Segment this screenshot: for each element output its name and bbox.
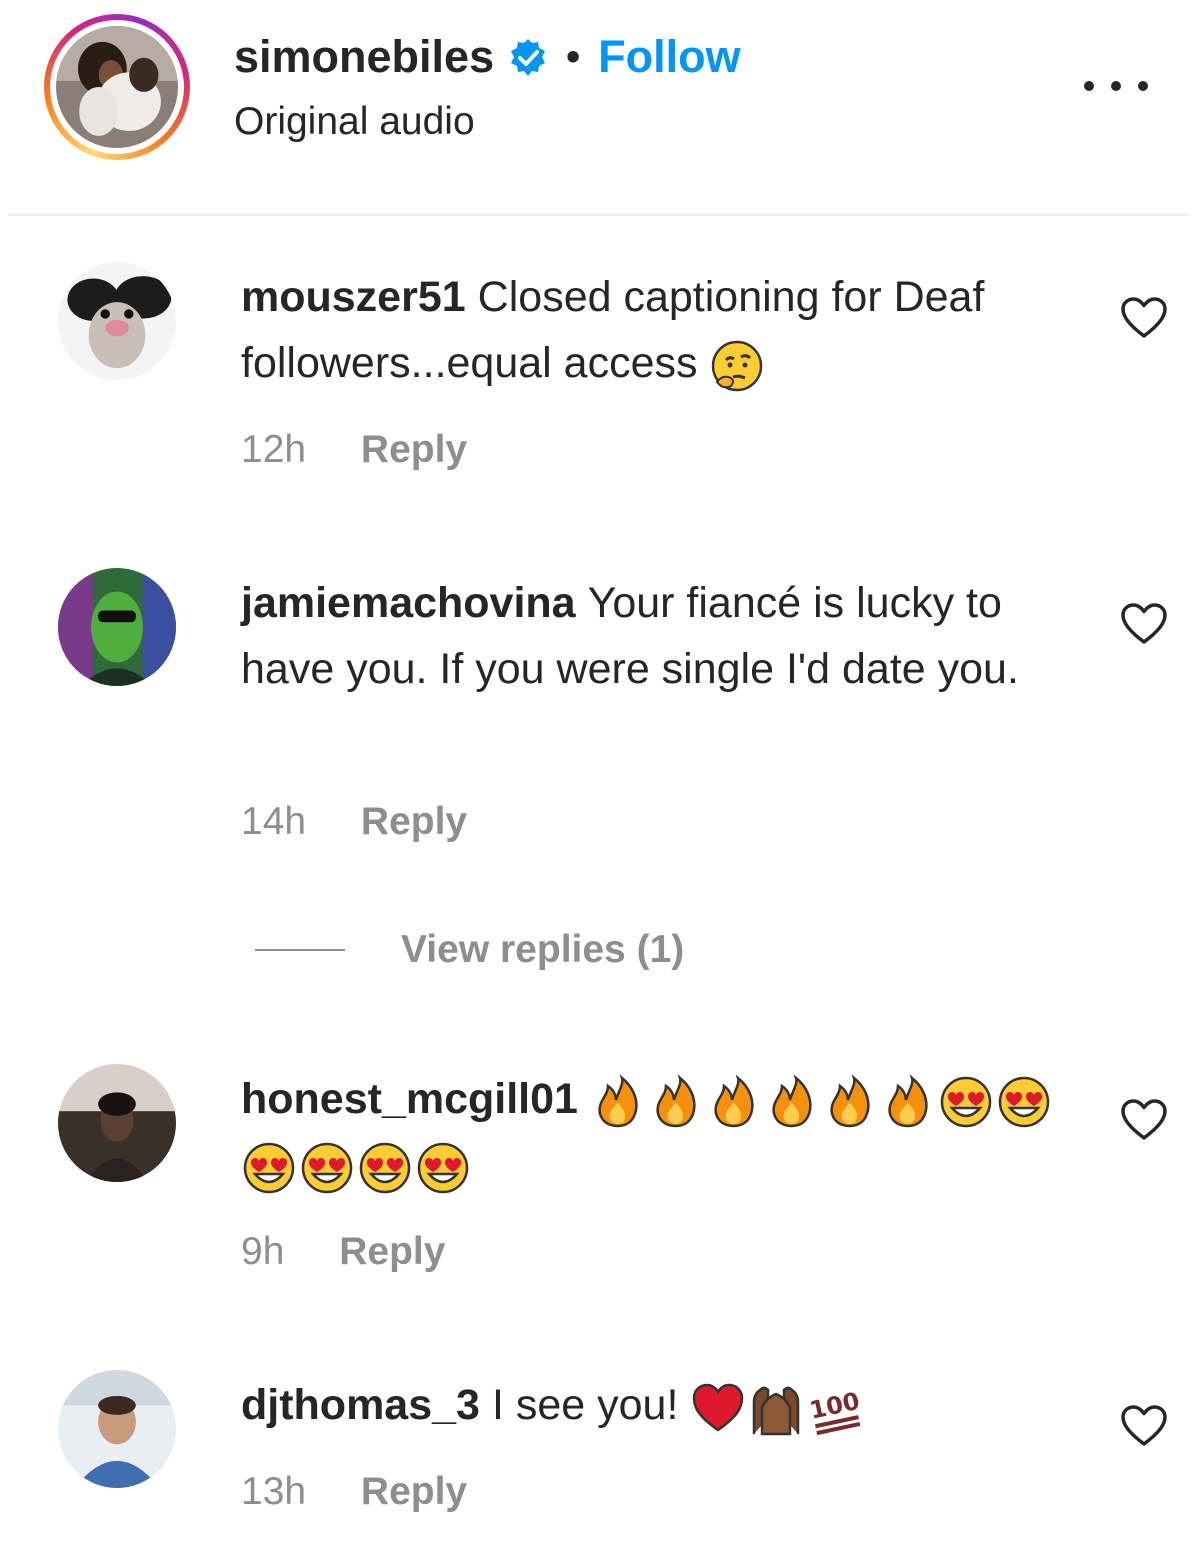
story-ring[interactable] <box>44 14 190 160</box>
comment-text: I see you! <box>491 1381 679 1429</box>
raising-hands-emoji <box>748 1380 804 1436</box>
heart-eyes-emoji <box>299 1140 355 1196</box>
comment-timestamp: 12h <box>241 428 307 471</box>
comment-timestamp: 13h <box>241 1470 307 1513</box>
comment-meta: 13h Reply <box>241 1470 467 1514</box>
verified-badge-icon <box>508 37 548 77</box>
reply-button[interactable]: Reply <box>361 800 467 843</box>
comment-text-block: djthomas_3 I see you! 100 <box>241 1372 1071 1438</box>
heart-eyes-emoji <box>938 1074 994 1130</box>
heart-outline-icon[interactable] <box>1120 1404 1168 1448</box>
commenter-avatar[interactable] <box>58 262 176 380</box>
commenter-username[interactable]: jamiemachovina <box>241 579 576 627</box>
reply-button[interactable]: Reply <box>361 1470 467 1513</box>
comment-meta: 9h Reply <box>241 1230 445 1274</box>
more-options-icon[interactable] <box>1084 66 1148 106</box>
commenter-avatar[interactable] <box>58 568 176 686</box>
heart-eyes-emoji <box>415 1140 471 1196</box>
red-heart-emoji <box>690 1380 746 1436</box>
follow-button[interactable]: Follow <box>598 31 740 83</box>
heart-eyes-emoji <box>357 1140 413 1196</box>
commenter-username[interactable]: djthomas_3 <box>241 1381 480 1429</box>
comment-text-block: honest_mcgill01 <box>241 1066 1071 1198</box>
heart-outline-icon[interactable] <box>1120 296 1168 340</box>
view-replies-label: View replies (1) <box>401 928 685 971</box>
author-avatar[interactable] <box>56 26 178 148</box>
post-header: simonebiles • Follow Original audio <box>0 0 1200 214</box>
comment-timestamp: 9h <box>241 1230 285 1273</box>
heart-eyes-emoji <box>996 1074 1052 1130</box>
heart-outline-icon[interactable] <box>1120 602 1168 646</box>
header-name-row: simonebiles • Follow <box>234 26 741 88</box>
commenter-username[interactable]: honest_mcgill01 <box>241 1075 578 1123</box>
author-username[interactable]: simonebiles <box>234 31 494 83</box>
view-replies-line <box>255 949 345 951</box>
audio-link[interactable]: Original audio <box>234 100 475 144</box>
heart-outline-icon[interactable] <box>1120 1098 1168 1142</box>
comment-timestamp: 14h <box>241 800 307 843</box>
comment-meta: 12h Reply <box>241 428 467 472</box>
comment-meta: 14h Reply <box>241 800 467 844</box>
comment-text-block: jamiemachovina Your fiancé is lucky to ha… <box>241 570 1071 702</box>
fire-emoji <box>880 1074 936 1130</box>
comment-text-block: mouszer51 Closed captioning for Deaf foll… <box>241 264 1071 396</box>
thinking-face-emoji <box>709 338 765 394</box>
commenter-avatar[interactable] <box>58 1370 176 1488</box>
reply-button[interactable]: Reply <box>361 428 467 471</box>
hundred-points-emoji: 100 <box>806 1380 862 1436</box>
separator-dot: • <box>566 34 581 79</box>
commenter-username[interactable]: mouszer51 <box>241 273 466 321</box>
fire-emoji <box>822 1074 878 1130</box>
reply-button[interactable]: Reply <box>339 1230 445 1273</box>
view-replies-button[interactable]: View replies (1) <box>255 920 684 980</box>
fire-emoji <box>764 1074 820 1130</box>
fire-emoji <box>590 1074 646 1130</box>
fire-emoji <box>706 1074 762 1130</box>
fire-emoji <box>648 1074 704 1130</box>
commenter-avatar[interactable] <box>58 1064 176 1182</box>
heart-eyes-emoji <box>241 1140 297 1196</box>
header-divider <box>8 214 1190 216</box>
